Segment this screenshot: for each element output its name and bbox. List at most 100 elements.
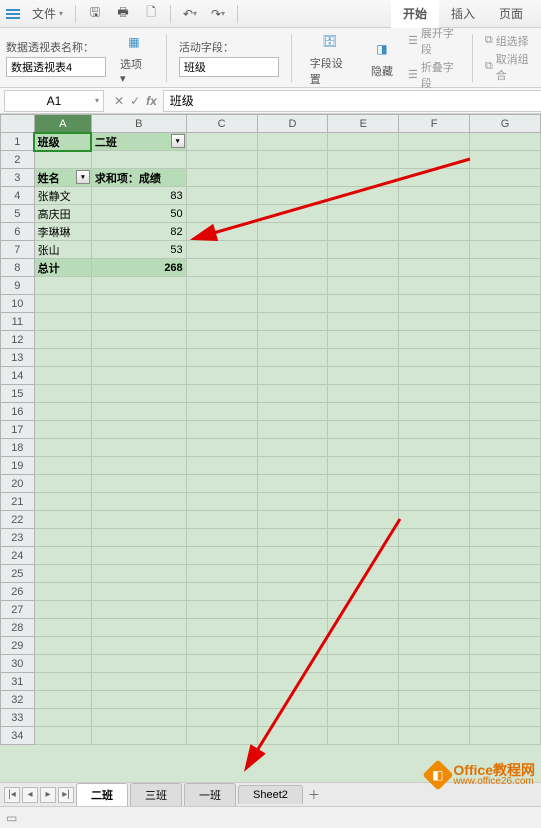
- cell-A16[interactable]: [34, 403, 91, 421]
- cell-D24[interactable]: [257, 547, 328, 565]
- cell-B15[interactable]: [91, 385, 186, 403]
- cell-G29[interactable]: [470, 637, 541, 655]
- col-header-F[interactable]: F: [399, 115, 470, 133]
- cell-B20[interactable]: [91, 475, 186, 493]
- cell-E9[interactable]: [328, 277, 399, 295]
- cell-G13[interactable]: [470, 349, 541, 367]
- name-box[interactable]: A1 ▾: [4, 90, 104, 112]
- cell-D31[interactable]: [257, 673, 328, 691]
- cell-D15[interactable]: [257, 385, 328, 403]
- sheet-tab[interactable]: 三班: [130, 783, 182, 806]
- cell-G19[interactable]: [470, 457, 541, 475]
- cell-C1[interactable]: [186, 133, 257, 151]
- cell-G18[interactable]: [470, 439, 541, 457]
- cell-A9[interactable]: [34, 277, 91, 295]
- cell-G23[interactable]: [470, 529, 541, 547]
- cell-D17[interactable]: [257, 421, 328, 439]
- cell-B28[interactable]: [91, 619, 186, 637]
- cell-E28[interactable]: [328, 619, 399, 637]
- cell-C18[interactable]: [186, 439, 257, 457]
- collapse-field-button[interactable]: ☰ 折叠字段: [408, 59, 460, 91]
- cell-B17[interactable]: [91, 421, 186, 439]
- cell-B21[interactable]: [91, 493, 186, 511]
- cell-G22[interactable]: [470, 511, 541, 529]
- cell-G17[interactable]: [470, 421, 541, 439]
- filter-dropdown-icon[interactable]: ▾: [76, 170, 90, 184]
- cell-B31[interactable]: [91, 673, 186, 691]
- cell-F3[interactable]: [399, 169, 470, 187]
- cell-E27[interactable]: [328, 601, 399, 619]
- row-header-16[interactable]: 16: [1, 403, 35, 421]
- cell-D4[interactable]: [257, 187, 328, 205]
- cell-F29[interactable]: [399, 637, 470, 655]
- cell-F14[interactable]: [399, 367, 470, 385]
- row-header-14[interactable]: 14: [1, 367, 35, 385]
- cell-C17[interactable]: [186, 421, 257, 439]
- cell-E33[interactable]: [328, 709, 399, 727]
- cell-A2[interactable]: [34, 151, 91, 169]
- cell-E34[interactable]: [328, 727, 399, 745]
- cell-G32[interactable]: [470, 691, 541, 709]
- cell-B14[interactable]: [91, 367, 186, 385]
- cell-C7[interactable]: [186, 241, 257, 259]
- cell-F12[interactable]: [399, 331, 470, 349]
- prev-sheet-button[interactable]: ◂: [22, 787, 38, 803]
- row-header-24[interactable]: 24: [1, 547, 35, 565]
- cell-A22[interactable]: [34, 511, 91, 529]
- row-header-20[interactable]: 20: [1, 475, 35, 493]
- cell-E22[interactable]: [328, 511, 399, 529]
- cell-E16[interactable]: [328, 403, 399, 421]
- cell-D8[interactable]: [257, 259, 328, 277]
- cell-F11[interactable]: [399, 313, 470, 331]
- cell-D10[interactable]: [257, 295, 328, 313]
- cell-B27[interactable]: [91, 601, 186, 619]
- row-header-7[interactable]: 7: [1, 241, 35, 259]
- cell-G33[interactable]: [470, 709, 541, 727]
- cell-C22[interactable]: [186, 511, 257, 529]
- cell-C34[interactable]: [186, 727, 257, 745]
- row-header-32[interactable]: 32: [1, 691, 35, 709]
- filter-dropdown-icon[interactable]: ▾: [171, 134, 185, 148]
- cell-F27[interactable]: [399, 601, 470, 619]
- cell-D30[interactable]: [257, 655, 328, 673]
- sheet-tab[interactable]: 一班: [184, 783, 236, 806]
- cell-A12[interactable]: [34, 331, 91, 349]
- cell-A34[interactable]: [34, 727, 91, 745]
- cell-G34[interactable]: [470, 727, 541, 745]
- cell-G30[interactable]: [470, 655, 541, 673]
- cell-B18[interactable]: [91, 439, 186, 457]
- cell-E32[interactable]: [328, 691, 399, 709]
- col-header-D[interactable]: D: [257, 115, 328, 133]
- row-header-22[interactable]: 22: [1, 511, 35, 529]
- cell-E7[interactable]: [328, 241, 399, 259]
- cell-D25[interactable]: [257, 565, 328, 583]
- cell-E13[interactable]: [328, 349, 399, 367]
- cell-E26[interactable]: [328, 583, 399, 601]
- cell-E8[interactable]: [328, 259, 399, 277]
- cell-F2[interactable]: [399, 151, 470, 169]
- row-header-31[interactable]: 31: [1, 673, 35, 691]
- cell-A20[interactable]: [34, 475, 91, 493]
- cell-B4[interactable]: 83: [91, 187, 186, 205]
- cell-E1[interactable]: [328, 133, 399, 151]
- spreadsheet-grid[interactable]: ABCDEFG1班级二班▾23姓名▾求和项：成绩4张静文835高庆田506李琳琳…: [0, 114, 541, 782]
- cell-A19[interactable]: [34, 457, 91, 475]
- cell-G5[interactable]: [470, 205, 541, 223]
- hamburger-icon[interactable]: [6, 9, 24, 19]
- cell-G25[interactable]: [470, 565, 541, 583]
- cell-E17[interactable]: [328, 421, 399, 439]
- row-header-33[interactable]: 33: [1, 709, 35, 727]
- cell-C30[interactable]: [186, 655, 257, 673]
- cell-B16[interactable]: [91, 403, 186, 421]
- cell-D2[interactable]: [257, 151, 328, 169]
- options-button[interactable]: ▦ 选项 ▾: [114, 28, 154, 87]
- cell-F5[interactable]: [399, 205, 470, 223]
- row-header-8[interactable]: 8: [1, 259, 35, 277]
- cell-A7[interactable]: 张山: [34, 241, 91, 259]
- cell-C25[interactable]: [186, 565, 257, 583]
- cell-E4[interactable]: [328, 187, 399, 205]
- cell-A32[interactable]: [34, 691, 91, 709]
- cell-C19[interactable]: [186, 457, 257, 475]
- cancel-icon[interactable]: ✕: [114, 94, 124, 108]
- print-icon[interactable]: 🖶: [110, 3, 136, 25]
